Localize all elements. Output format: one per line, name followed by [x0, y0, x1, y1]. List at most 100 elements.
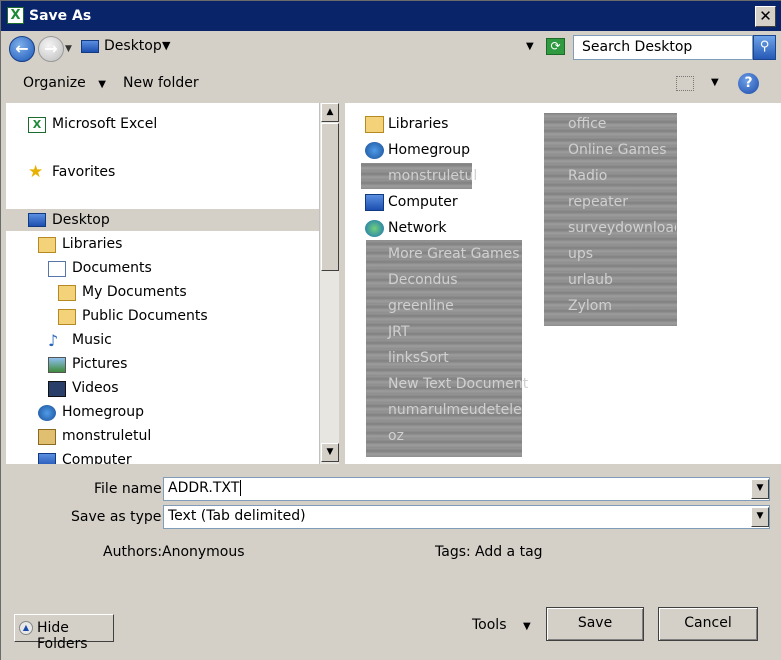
scroll-down-icon[interactable]: ▼	[321, 443, 339, 462]
refresh-button[interactable]: ⟳	[546, 38, 565, 55]
file-item-label: surveydownload	[568, 220, 676, 236]
desktop-icon	[81, 40, 99, 53]
file-name-dropdown-icon[interactable]: ▼	[751, 479, 769, 499]
homegroup-icon	[365, 142, 384, 159]
folder-icon	[58, 309, 76, 325]
tags-input[interactable]: Add a tag	[475, 544, 543, 560]
text-caret	[240, 480, 242, 496]
file-item-label: New Text Document	[388, 376, 529, 392]
scroll-up-icon[interactable]: ▲	[321, 103, 339, 122]
tools-label: Tools	[472, 617, 507, 633]
organize-button[interactable]: Organize ▼	[23, 75, 106, 91]
homegroup-icon	[38, 405, 56, 421]
file-item-label: Zylom	[568, 298, 612, 314]
scroll-thumb[interactable]	[321, 123, 339, 271]
computer-icon	[38, 453, 56, 464]
authors-value[interactable]: Anonymous	[162, 544, 245, 560]
file-item-label: ups	[568, 246, 594, 262]
tree-scrollbar[interactable]: ▲ ▼	[319, 103, 339, 464]
title-bar: X Save As ✕	[1, 1, 781, 31]
save-button[interactable]: Save	[546, 607, 644, 641]
command-toolbar: Organize ▼ New folder ▼ ?	[1, 63, 781, 103]
save-type-label: Save as type:	[71, 509, 167, 525]
libraries-icon	[38, 237, 56, 253]
tree-item-label: Desktop	[52, 212, 110, 228]
tree-item-label: Pictures	[72, 356, 128, 372]
search-button[interactable]: ⚲	[753, 35, 776, 60]
file-item-label: urlaub	[568, 272, 613, 288]
tree-item-label: monstruletul	[62, 428, 152, 444]
pictures-icon	[48, 357, 66, 373]
file-item-label: JRT	[388, 324, 410, 340]
tree-item-label: Microsoft Excel	[52, 116, 158, 132]
file-item-label: Homegroup	[388, 142, 471, 158]
libraries-icon	[365, 116, 384, 133]
desktop-icon	[28, 213, 46, 227]
file-item-obscured[interactable]: numarulmeudetelefon	[365, 400, 521, 422]
file-item-label: Radio	[568, 168, 608, 184]
cancel-button[interactable]: Cancel	[658, 607, 758, 641]
file-list: Libraries Homegroup monstruletul Compute…	[345, 103, 781, 464]
address-bar[interactable]: Desktop ▼ ▼	[77, 35, 543, 60]
tree-item-label: My Documents	[82, 284, 187, 300]
view-options-icon[interactable]	[676, 76, 694, 91]
tree-item-label: Homegroup	[62, 404, 145, 420]
file-item-label: linksSort	[388, 350, 449, 366]
organize-label: Organize	[23, 75, 86, 91]
new-folder-button[interactable]: New folder	[123, 75, 199, 91]
save-type-select[interactable]: Text (Tab delimited)	[163, 505, 770, 529]
search-input[interactable]: Search Desktop	[573, 35, 753, 60]
tree-item-label: Videos	[72, 380, 119, 396]
file-item-label: Online Games	[568, 142, 667, 158]
network-icon	[365, 220, 384, 237]
chevron-down-icon: ▼	[522, 621, 531, 632]
videos-icon	[48, 381, 66, 397]
tools-button[interactable]: Tools ▼	[472, 617, 531, 633]
navigation-pane: X Microsoft Excel ★ Favorites Desktop Li…	[6, 103, 319, 464]
file-name-label: File name:	[94, 481, 167, 497]
file-item-label: greenline	[388, 298, 454, 314]
file-item-label: oz	[388, 428, 404, 444]
hide-folders-button[interactable]: ▲ Hide Folders	[14, 614, 114, 652]
history-dropdown-icon[interactable]: ▼	[65, 44, 72, 54]
save-as-dialog: X Save As ✕ ← → ▼ Desktop ▼ ▼ ⟳ Search D…	[0, 0, 781, 660]
file-name-value: ADDR.TXT	[168, 480, 240, 496]
folder-icon	[58, 285, 76, 301]
file-item-label: repeater	[568, 194, 628, 210]
star-icon: ★	[28, 162, 44, 182]
file-item-label: Computer	[388, 194, 458, 210]
address-dropdown-icon[interactable]: ▼	[526, 41, 534, 52]
file-item-obscured[interactable]: Online Games	[545, 140, 676, 162]
file-name-input[interactable]: ADDR.TXT	[163, 477, 770, 501]
tree-item-label: Music	[72, 332, 112, 348]
tree-item-label: Favorites	[52, 164, 116, 180]
excel-icon: X	[28, 117, 46, 133]
hide-folders-label: Hide Folders	[37, 620, 88, 652]
file-item-obscured[interactable]: surveydownload	[545, 218, 676, 240]
forward-button[interactable]: →	[38, 36, 64, 62]
documents-icon	[48, 261, 66, 277]
view-dropdown-icon[interactable]: ▼	[711, 77, 719, 88]
file-item-label: More Great Games	[388, 246, 520, 262]
file-item-label: office	[568, 116, 607, 132]
tree-item-label: Documents	[72, 260, 152, 276]
file-item-label: Network	[388, 220, 447, 236]
close-button[interactable]: ✕	[755, 6, 776, 27]
chevron-down-icon: ▼	[98, 79, 106, 90]
address-location[interactable]: Desktop	[104, 38, 162, 54]
back-button[interactable]: ←	[9, 36, 35, 62]
breadcrumb-chevron-icon[interactable]: ▼	[162, 39, 170, 52]
tree-item-label: Public Documents	[82, 308, 208, 324]
music-icon: ♪	[48, 331, 59, 350]
authors-label: Authors:	[103, 544, 163, 560]
save-type-dropdown-icon[interactable]: ▼	[751, 507, 769, 527]
user-icon	[38, 429, 56, 445]
excel-icon: X	[7, 7, 24, 24]
help-button[interactable]: ?	[738, 73, 759, 94]
computer-icon	[365, 194, 384, 211]
file-item-label: Decondus	[388, 272, 458, 288]
file-item-label: numarulmeudetelefon	[388, 402, 521, 418]
chevron-up-icon: ▲	[19, 621, 33, 635]
tags-label: Tags:	[435, 544, 471, 560]
tree-item-label: Computer	[62, 452, 132, 464]
